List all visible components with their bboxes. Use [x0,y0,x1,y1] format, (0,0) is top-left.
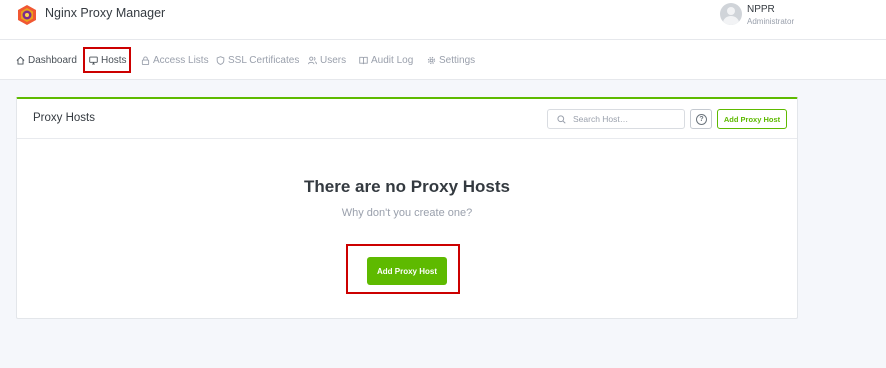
nav-item-settings[interactable]: Settings [427,40,475,80]
nav-item-users[interactable]: Users [308,40,346,80]
nav-label-dashboard: Dashboard [28,54,77,66]
nav-label-audit-log: Audit Log [371,54,414,66]
nav-label-settings: Settings [439,54,476,66]
empty-state-title: There are no Proxy Hosts [304,177,510,196]
nav-label-ssl-certificates: SSL Certificates [228,54,300,66]
nav-label-access-lists: Access Lists [153,54,209,66]
hosts-highlight-box [83,47,131,73]
card-title: Proxy Hosts [33,112,95,124]
nav-label-users: Users [320,54,347,66]
avatar[interactable] [720,3,742,25]
add-proxy-host-header-button[interactable]: Add Proxy Host [717,109,787,129]
empty-state-subtitle: Why don't you create one? [341,207,473,219]
main-nav: Dashboard Hosts Access Lists SSL Certifi… [0,40,886,80]
user-name[interactable]: NPPR [747,4,775,15]
help-button[interactable]: ? [690,109,712,129]
book-icon [359,56,368,64]
shield-icon [216,55,225,65]
search-icon [557,115,566,124]
gear-icon [427,56,436,64]
add-button-highlight-box [346,244,460,294]
user-role: Administrator [747,17,795,26]
nav-item-ssl-certificates[interactable]: SSL Certificates [216,40,299,80]
nav-item-audit-log[interactable]: Audit Log [359,40,413,80]
top-header: Nginx Proxy Manager NPPR Administrator [0,0,886,40]
lock-icon [141,55,150,65]
nav-item-access-lists[interactable]: Access Lists [141,40,209,80]
help-icon: ? [696,114,707,125]
nav-item-dashboard[interactable]: Dashboard [16,40,77,80]
app-logo-icon[interactable] [16,4,38,26]
search-input[interactable] [573,112,681,126]
home-icon [16,55,25,65]
card-header: Proxy Hosts ? Add Proxy Host [17,99,797,139]
search-box[interactable] [547,109,685,129]
users-icon [308,56,317,64]
app-title[interactable]: Nginx Proxy Manager [45,6,165,20]
